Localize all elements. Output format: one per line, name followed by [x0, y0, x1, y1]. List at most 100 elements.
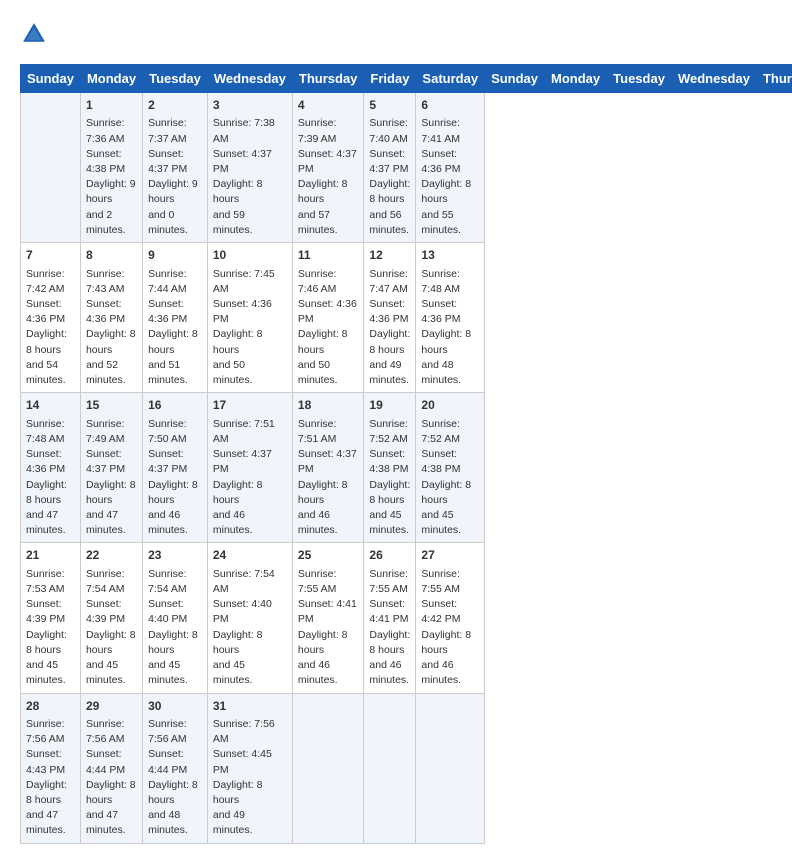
day-cell: 22 Sunrise: 7:54 AMSunset: 4:39 PMDayligh… — [80, 543, 142, 693]
day-number: 5 — [369, 97, 410, 114]
header-cell-sunday: Sunday — [21, 65, 81, 93]
day-number: 15 — [86, 397, 137, 414]
day-cell: 30 Sunrise: 7:56 AMSunset: 4:44 PMDayligh… — [143, 693, 208, 843]
week-row-1: 1 Sunrise: 7:36 AMSunset: 4:38 PMDaylight… — [21, 93, 792, 243]
day-info: Sunrise: 7:42 AMSunset: 4:36 PMDaylight:… — [26, 267, 75, 389]
day-number: 28 — [26, 698, 75, 715]
day-cell — [21, 93, 81, 243]
day-info: Sunrise: 7:51 AMSunset: 4:37 PMDaylight:… — [213, 417, 287, 539]
day-cell: 6 Sunrise: 7:41 AMSunset: 4:36 PMDaylight… — [416, 93, 485, 243]
day-info: Sunrise: 7:44 AMSunset: 4:36 PMDaylight:… — [148, 267, 202, 389]
page-header — [20, 20, 772, 48]
week-row-3: 14Sunrise: 7:48 AMSunset: 4:36 PMDayligh… — [21, 393, 792, 543]
day-info: Sunrise: 7:39 AMSunset: 4:37 PMDaylight:… — [298, 116, 359, 238]
day-cell: 20Sunrise: 7:52 AMSunset: 4:38 PMDayligh… — [416, 393, 485, 543]
day-number: 2 — [148, 97, 202, 114]
week-row-2: 7Sunrise: 7:42 AMSunset: 4:36 PMDaylight… — [21, 243, 792, 393]
logo — [20, 20, 52, 48]
day-info: Sunrise: 7:38 AMSunset: 4:37 PMDaylight:… — [213, 116, 287, 238]
day-cell: 1 Sunrise: 7:36 AMSunset: 4:38 PMDaylight… — [80, 93, 142, 243]
day-number: 31 — [213, 698, 287, 715]
day-number: 1 — [86, 97, 137, 114]
col-header-sunday: Sunday — [485, 65, 545, 93]
day-info: Sunrise: 7:48 AMSunset: 4:36 PMDaylight:… — [421, 267, 479, 389]
day-number: 14 — [26, 397, 75, 414]
day-number: 22 — [86, 547, 137, 564]
day-number: 21 — [26, 547, 75, 564]
day-info: Sunrise: 7:55 AMSunset: 4:41 PMDaylight:… — [369, 567, 410, 689]
day-cell: 12 Sunrise: 7:47 AMSunset: 4:36 PMDayligh… — [364, 243, 416, 393]
day-info: Sunrise: 7:49 AMSunset: 4:37 PMDaylight:… — [86, 417, 137, 539]
day-cell: 29 Sunrise: 7:56 AMSunset: 4:44 PMDayligh… — [80, 693, 142, 843]
day-info: Sunrise: 7:53 AMSunset: 4:39 PMDaylight:… — [26, 567, 75, 689]
day-info: Sunrise: 7:54 AMSunset: 4:39 PMDaylight:… — [86, 567, 137, 689]
day-cell: 13 Sunrise: 7:48 AMSunset: 4:36 PMDayligh… — [416, 243, 485, 393]
day-number: 6 — [421, 97, 479, 114]
header-cell-friday: Friday — [364, 65, 416, 93]
day-info: Sunrise: 7:56 AMSunset: 4:43 PMDaylight:… — [26, 717, 75, 839]
day-number: 30 — [148, 698, 202, 715]
day-info: Sunrise: 7:52 AMSunset: 4:38 PMDaylight:… — [369, 417, 410, 539]
day-info: Sunrise: 7:55 AMSunset: 4:42 PMDaylight:… — [421, 567, 479, 689]
header-cell-wednesday: Wednesday — [207, 65, 292, 93]
day-cell: 15 Sunrise: 7:49 AMSunset: 4:37 PMDayligh… — [80, 393, 142, 543]
day-info: Sunrise: 7:41 AMSunset: 4:36 PMDaylight:… — [421, 116, 479, 238]
day-cell — [416, 693, 485, 843]
day-cell: 16Sunrise: 7:50 AMSunset: 4:37 PMDayligh… — [143, 393, 208, 543]
day-number: 11 — [298, 247, 359, 264]
col-header-wednesday: Wednesday — [671, 65, 756, 93]
day-cell: 25Sunrise: 7:55 AMSunset: 4:41 PMDayligh… — [292, 543, 364, 693]
day-number: 24 — [213, 547, 287, 564]
day-cell: 26 Sunrise: 7:55 AMSunset: 4:41 PMDayligh… — [364, 543, 416, 693]
day-info: Sunrise: 7:56 AMSunset: 4:44 PMDaylight:… — [86, 717, 137, 839]
week-row-5: 28 Sunrise: 7:56 AMSunset: 4:43 PMDayligh… — [21, 693, 792, 843]
header-row: SundayMondayTuesdayWednesdayThursdayFrid… — [21, 65, 792, 93]
day-info: Sunrise: 7:56 AMSunset: 4:44 PMDaylight:… — [148, 717, 202, 839]
day-info: Sunrise: 7:47 AMSunset: 4:36 PMDaylight:… — [369, 267, 410, 389]
day-number: 29 — [86, 698, 137, 715]
day-cell: 4 Sunrise: 7:39 AMSunset: 4:37 PMDaylight… — [292, 93, 364, 243]
day-cell: 27 Sunrise: 7:55 AMSunset: 4:42 PMDayligh… — [416, 543, 485, 693]
day-info: Sunrise: 7:56 AMSunset: 4:45 PMDaylight:… — [213, 717, 287, 839]
header-cell-monday: Monday — [80, 65, 142, 93]
day-cell: 23 Sunrise: 7:54 AMSunset: 4:40 PMDayligh… — [143, 543, 208, 693]
day-cell: 10Sunrise: 7:45 AMSunset: 4:36 PMDayligh… — [207, 243, 292, 393]
day-cell: 19Sunrise: 7:52 AMSunset: 4:38 PMDayligh… — [364, 393, 416, 543]
header-cell-thursday: Thursday — [292, 65, 364, 93]
day-cell: 17Sunrise: 7:51 AMSunset: 4:37 PMDayligh… — [207, 393, 292, 543]
day-cell — [364, 693, 416, 843]
day-info: Sunrise: 7:55 AMSunset: 4:41 PMDaylight:… — [298, 567, 359, 689]
day-cell: 2Sunrise: 7:37 AMSunset: 4:37 PMDaylight… — [143, 93, 208, 243]
day-number: 12 — [369, 247, 410, 264]
week-row-4: 21 Sunrise: 7:53 AMSunset: 4:39 PMDayligh… — [21, 543, 792, 693]
day-number: 23 — [148, 547, 202, 564]
day-cell: 14Sunrise: 7:48 AMSunset: 4:36 PMDayligh… — [21, 393, 81, 543]
day-info: Sunrise: 7:54 AMSunset: 4:40 PMDaylight:… — [213, 567, 287, 689]
day-info: Sunrise: 7:36 AMSunset: 4:38 PMDaylight:… — [86, 116, 137, 238]
day-number: 27 — [421, 547, 479, 564]
day-number: 3 — [213, 97, 287, 114]
day-info: Sunrise: 7:54 AMSunset: 4:40 PMDaylight:… — [148, 567, 202, 689]
day-number: 9 — [148, 247, 202, 264]
day-cell: 5 Sunrise: 7:40 AMSunset: 4:37 PMDaylight… — [364, 93, 416, 243]
header-cell-tuesday: Tuesday — [143, 65, 208, 93]
day-number: 13 — [421, 247, 479, 264]
day-number: 16 — [148, 397, 202, 414]
day-cell: 7Sunrise: 7:42 AMSunset: 4:36 PMDaylight… — [21, 243, 81, 393]
day-number: 4 — [298, 97, 359, 114]
day-info: Sunrise: 7:46 AMSunset: 4:36 PMDaylight:… — [298, 267, 359, 389]
day-number: 20 — [421, 397, 479, 414]
day-cell — [292, 693, 364, 843]
day-cell: 9 Sunrise: 7:44 AMSunset: 4:36 PMDaylight… — [143, 243, 208, 393]
day-number: 10 — [213, 247, 287, 264]
logo-icon — [20, 20, 48, 48]
day-cell: 11 Sunrise: 7:46 AMSunset: 4:36 PMDayligh… — [292, 243, 364, 393]
day-cell: 18Sunrise: 7:51 AMSunset: 4:37 PMDayligh… — [292, 393, 364, 543]
day-number: 8 — [86, 247, 137, 264]
day-cell: 3 Sunrise: 7:38 AMSunset: 4:37 PMDaylight… — [207, 93, 292, 243]
day-cell: 8Sunrise: 7:43 AMSunset: 4:36 PMDaylight… — [80, 243, 142, 393]
day-number: 26 — [369, 547, 410, 564]
day-cell: 24 Sunrise: 7:54 AMSunset: 4:40 PMDayligh… — [207, 543, 292, 693]
day-info: Sunrise: 7:51 AMSunset: 4:37 PMDaylight:… — [298, 417, 359, 539]
day-info: Sunrise: 7:40 AMSunset: 4:37 PMDaylight:… — [369, 116, 410, 238]
